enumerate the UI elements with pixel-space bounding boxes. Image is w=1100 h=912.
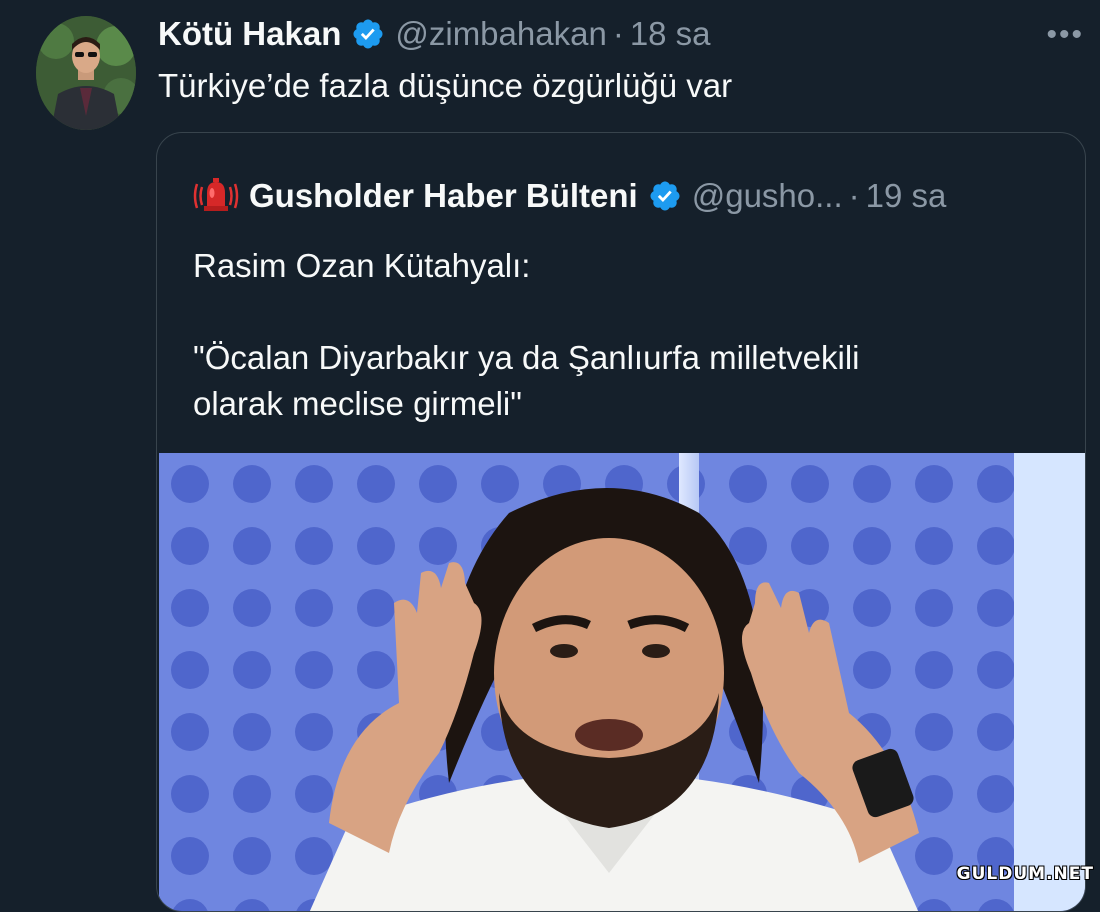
separator-dot: ·: [848, 177, 860, 214]
quoted-tweet-text: Rasim Ozan Kütahyalı: "Öcalan Diyarbakır…: [193, 243, 1053, 427]
tweet-header: Kötü Hakan @zimbahakan · 18 sa: [158, 14, 711, 54]
quoted-text-line: Rasim Ozan Kütahyalı:: [193, 247, 531, 284]
quoted-author-handle[interactable]: @gusho...: [692, 176, 843, 216]
author-avatar[interactable]: [36, 16, 136, 130]
quoted-author-name[interactable]: Gusholder Haber Bülteni: [249, 176, 638, 216]
watermark: GULDUM.NET: [956, 864, 1094, 884]
tweet-text: Türkiye’de fazla düşünce özgürlüğü var: [158, 67, 733, 104]
separator-dot: ·: [612, 15, 624, 52]
avatar-image: [36, 16, 136, 130]
quoted-text-line: olarak meclise girmeli": [193, 385, 522, 422]
quoted-tweet-timestamp[interactable]: 19 sa: [866, 176, 947, 216]
quoted-text-line: "Öcalan Diyarbakır ya da Şanlıurfa mille…: [193, 339, 860, 376]
verified-badge-icon: [648, 179, 682, 213]
tweet-timestamp[interactable]: 18 sa: [630, 14, 711, 54]
verified-badge-icon: [351, 17, 385, 51]
author-name[interactable]: Kötü Hakan: [158, 14, 341, 54]
quoted-tweet-image[interactable]: [159, 453, 1085, 911]
quoted-tweet-header: Gusholder Haber Bülteni @gusho... · 19 s…: [193, 173, 946, 219]
author-handle[interactable]: @zimbahakan: [395, 14, 606, 54]
alarm-bell-icon[interactable]: [193, 173, 239, 219]
quoted-tweet-card[interactable]: Gusholder Haber Bülteni @gusho... · 19 s…: [156, 132, 1086, 912]
more-options-icon[interactable]: •••: [1046, 18, 1084, 52]
